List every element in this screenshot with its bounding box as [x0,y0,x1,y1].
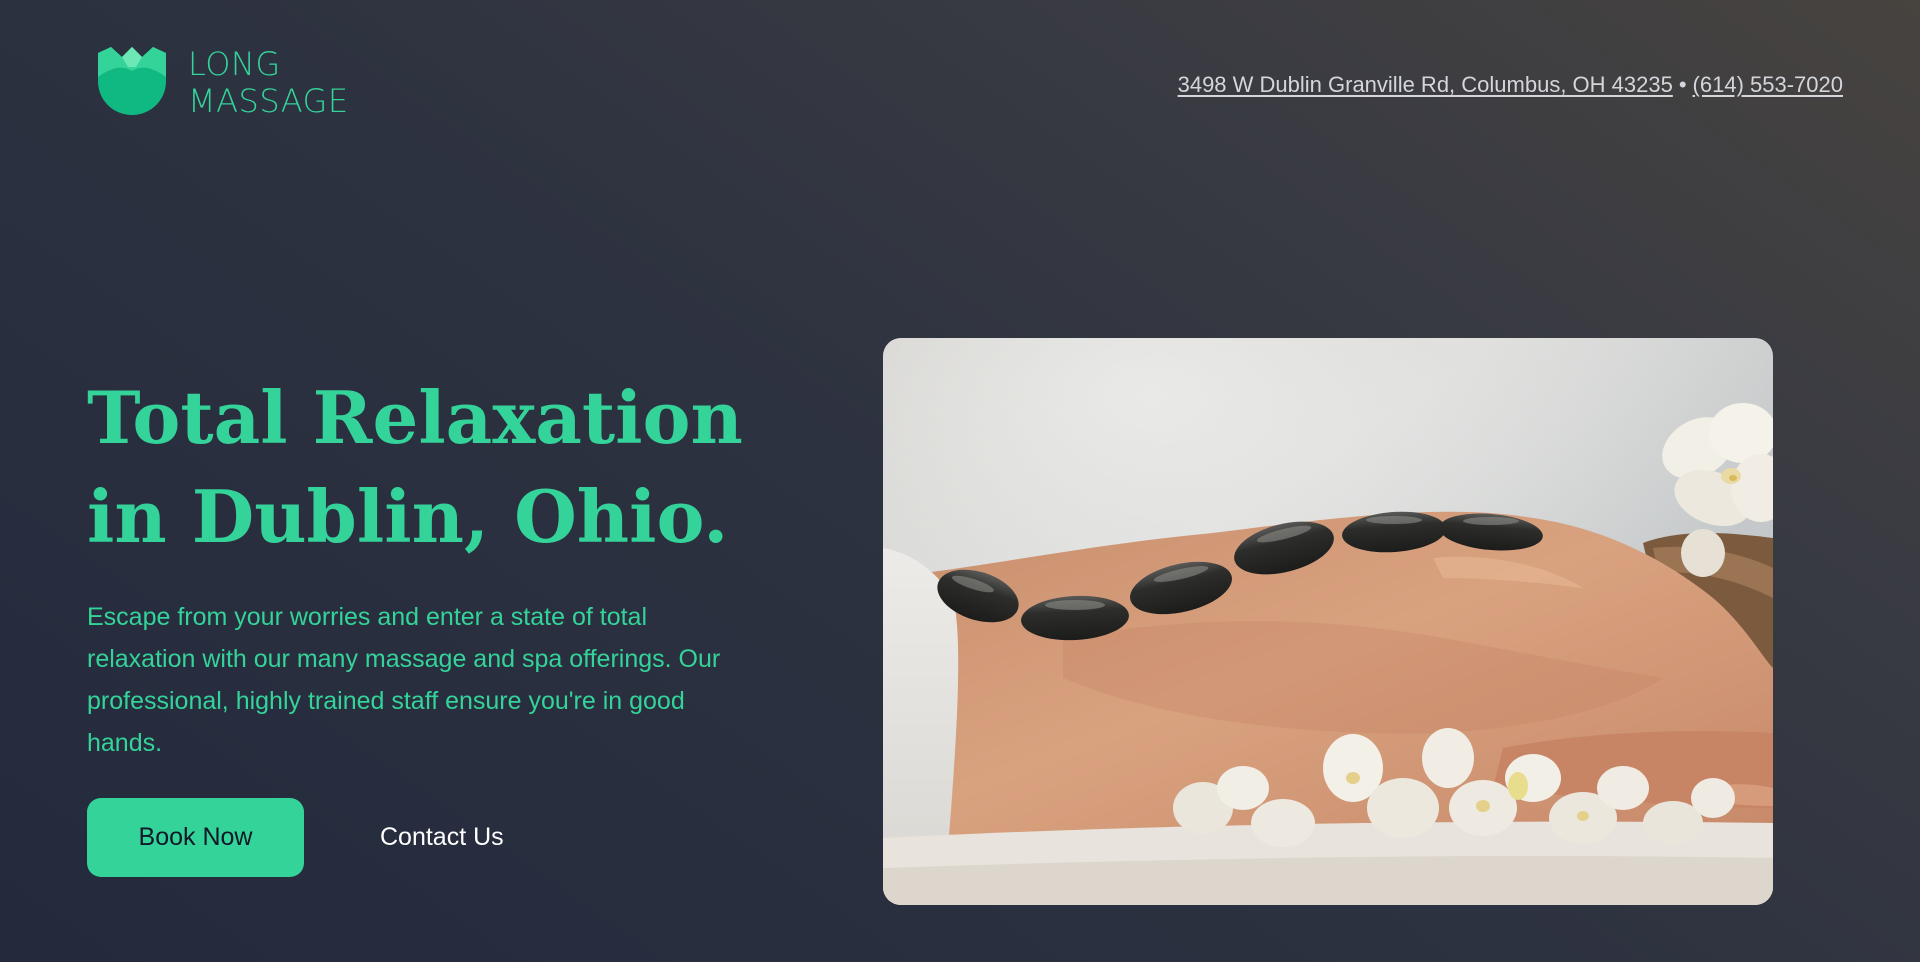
header-contact: 3498 W Dublin Granville Rd, Columbus, OH… [1178,72,1843,98]
lotus-icon [98,47,166,115]
book-now-button[interactable]: Book Now [87,798,304,877]
logo-link[interactable]: LONG MASSAGE [96,46,349,120]
phone-link[interactable]: (614) 553-7020 [1693,72,1843,97]
brand-name-line1: LONG [188,45,281,83]
contact-us-button[interactable]: Contact Us [352,798,532,877]
brand-name: LONG MASSAGE [188,46,349,120]
hero-heading-line2: in Dublin, Ohio. [87,474,729,559]
contact-separator: • [1678,72,1687,97]
hero-heading: Total Relaxation in Dublin, Ohio. [87,368,743,566]
hot-stone-massage-photo [883,338,1773,905]
hero-description: Escape from your worries and enter a sta… [87,603,721,757]
brand-name-line2: MASSAGE [188,82,349,120]
hero-heading-line1: Total Relaxation [87,375,743,460]
address-link[interactable]: 3498 W Dublin Granville Rd, Columbus, OH… [1178,72,1673,97]
